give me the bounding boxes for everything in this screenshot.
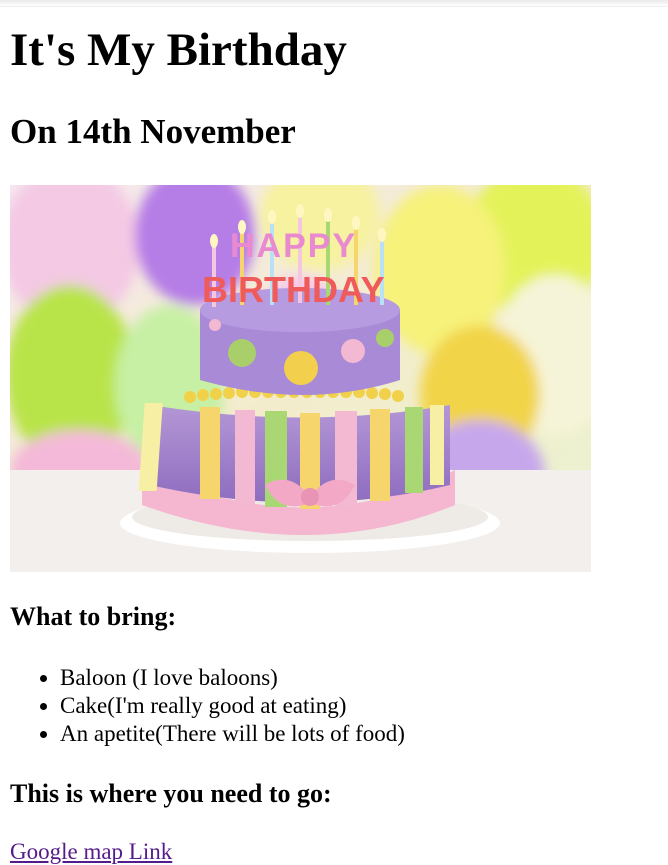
browser-top-edge xyxy=(0,0,668,7)
happy-candle-letters: HAPPY xyxy=(230,227,357,265)
page: It's My Birthday On 14th November HAPPY … xyxy=(0,0,668,865)
birthday-cake-image: HAPPY BIRTHDAY xyxy=(10,185,591,572)
list-item: Baloon (I love baloons) xyxy=(60,664,405,692)
list-item: Cake(I'm really good at eating) xyxy=(60,692,405,720)
birthday-candle-letters: BIRTHDAY xyxy=(202,269,385,310)
directions-heading: This is where you need to go: xyxy=(10,779,332,808)
list-item: An apetite(There will be lots of food) xyxy=(60,720,405,748)
google-map-link[interactable]: Google map Link xyxy=(10,838,172,865)
date-heading: On 14th November xyxy=(10,112,296,151)
bring-list: Baloon (I love baloons) Cake(I'm really … xyxy=(20,664,405,748)
what-to-bring-heading: What to bring: xyxy=(10,602,177,631)
page-title: It's My Birthday xyxy=(10,24,347,76)
